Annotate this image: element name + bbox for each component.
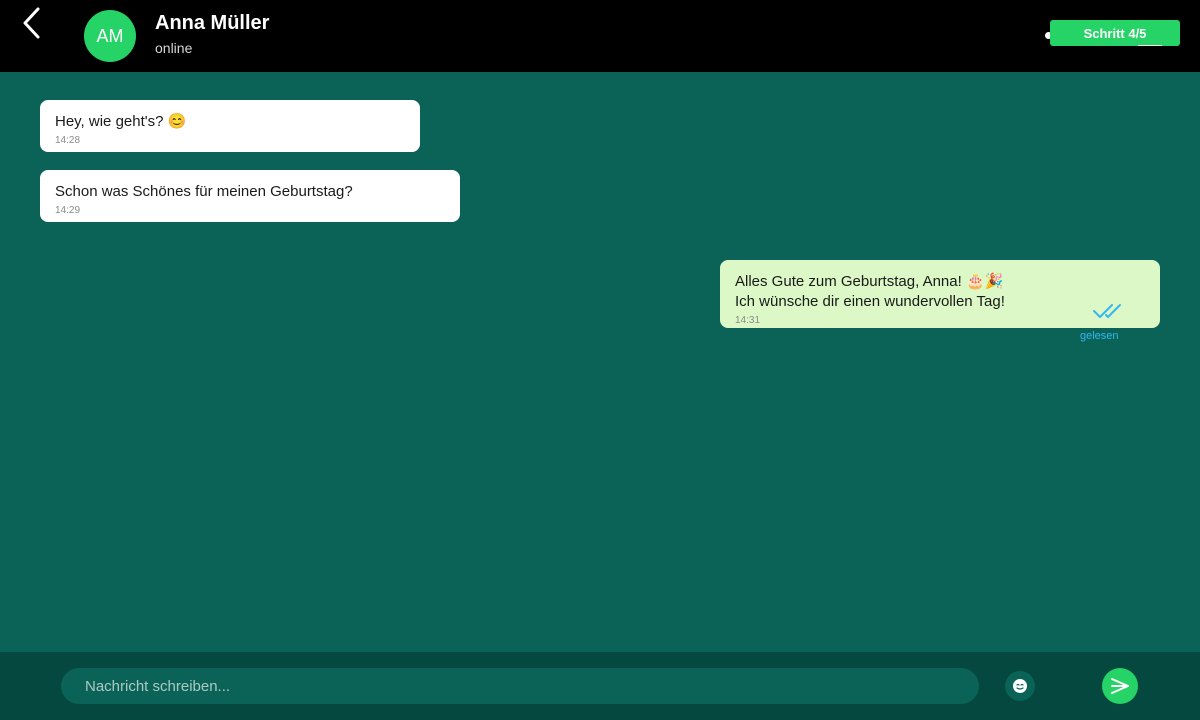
divider (1138, 45, 1162, 46)
emoji-button[interactable] (1005, 671, 1035, 701)
send-button[interactable] (1102, 668, 1138, 704)
double-check-icon (1093, 304, 1121, 318)
message-input[interactable] (61, 668, 979, 704)
message-time: 14:31 (735, 315, 761, 326)
contact-status: online (155, 40, 193, 56)
message-text: Hey, wie geht's? 😊 (55, 113, 187, 130)
step-badge: Schritt 4/5 (1050, 20, 1180, 46)
message-time: 14:29 (55, 205, 81, 216)
contact-name: Anna Müller (155, 12, 270, 34)
back-button[interactable] (18, 6, 48, 40)
read-status: gelesen (1080, 330, 1119, 342)
chat-header: AM Anna Müller online Schritt 4/5 (0, 0, 1200, 72)
message-incoming[interactable]: Schon was Schönes für meinen Geburtstag?… (40, 170, 460, 222)
send-icon (1111, 678, 1129, 694)
avatar[interactable]: AM (84, 10, 136, 62)
message-time: 14:28 (55, 135, 81, 146)
message-incoming[interactable]: Hey, wie geht's? 😊 14:28 (40, 100, 420, 152)
smiley-icon (1013, 679, 1027, 693)
message-outgoing[interactable]: Alles Gute zum Geburtstag, Anna! 🎂🎉 Ich … (720, 260, 1160, 328)
message-text: Alles Gute zum Geburtstag, Anna! 🎂🎉 Ich … (735, 273, 1005, 310)
chevron-left-icon (23, 7, 40, 39)
message-text: Schon was Schönes für meinen Geburtstag? (55, 183, 353, 200)
composer-bar (0, 652, 1200, 720)
